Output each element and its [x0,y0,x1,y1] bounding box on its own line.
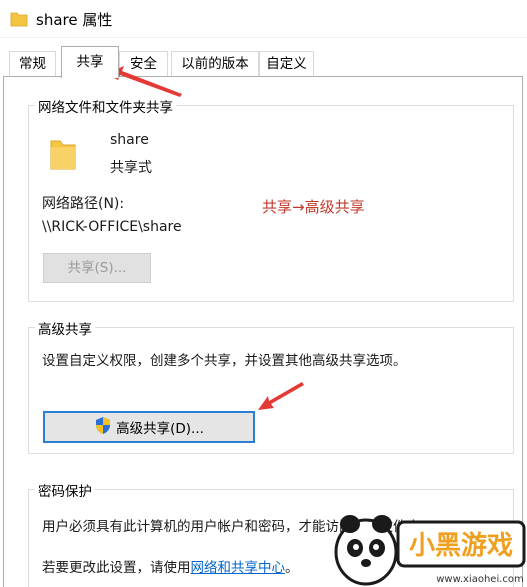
tab-strip: 常规 共享 安全 以前的版本 自定义 [0,44,527,78]
watermark-url: www.xiaohei.com [436,574,524,585]
link-prefix: 若要更改此设置，请使用 [42,560,191,576]
network-path-value: \\RICK-OFFICE\share [42,219,182,235]
password-settings-line: 若要更改此设置，请使用网络和共享中心。 [42,556,299,576]
group-title: 密码保护 [35,480,95,500]
share-type: 共享式 [110,160,152,176]
network-path-label: 网络路径(N): [42,196,125,212]
advanced-sharing-button-label: 高级共享(D)... [116,421,204,437]
folder-icon [49,137,77,175]
folder-icon [10,10,28,32]
link-suffix: 。 [285,560,299,576]
share-button[interactable]: 共享(S)... [43,253,151,283]
share-name: share [110,132,149,148]
arrow-icon [258,382,304,410]
annotation-text: 共享→高级共享 [262,198,365,216]
title-bar: share 属性 [0,0,527,38]
advanced-sharing-button[interactable]: 高级共享(D)... [43,411,255,443]
watermark-brand: 小黑游戏 [409,531,513,561]
network-sharing-center-link[interactable]: 网络和共享中心 [191,560,286,576]
window-title: share 属性 [36,11,113,29]
advanced-sharing-description: 设置自定义权限，创建多个共享，并设置其他高级共享选项。 [42,353,407,369]
group-title: 高级共享 [35,318,95,338]
tab-sharing[interactable]: 共享 [61,46,119,78]
shield-icon [94,416,112,439]
tab-general[interactable]: 常规 [9,51,56,77]
watermark-logo: 小黑游戏 www.xiaohei.com [330,508,527,587]
tab-customize[interactable]: 自定义 [259,51,314,77]
